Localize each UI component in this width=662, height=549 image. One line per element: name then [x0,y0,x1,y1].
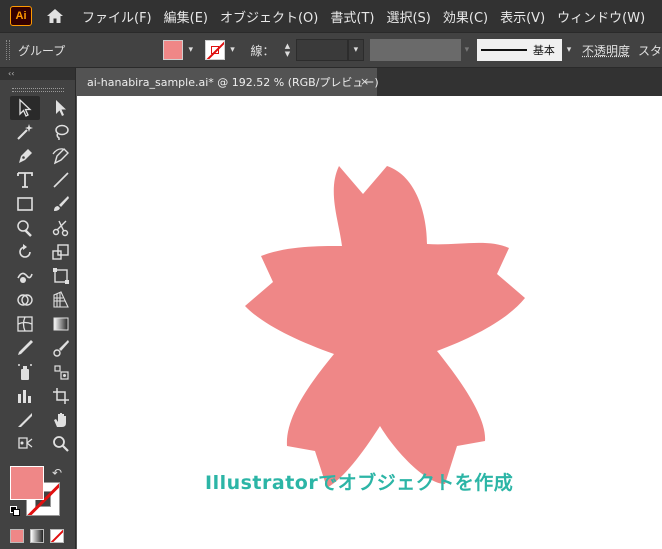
paintbrush-tool-icon[interactable] [46,192,76,216]
tools-panel: ‹‹ ↶ [0,68,76,549]
slice-tool-icon[interactable] [10,408,40,432]
document-tab-title[interactable]: ai-hanabira_sample.ai* @ 192.52 % (RGB/プ… [87,74,379,90]
warp-tool-icon[interactable] [10,264,40,288]
document-tab-bar: ai-hanabira_sample.ai* @ 192.52 % (RGB/プ… [77,68,662,96]
pen-tool-icon[interactable] [10,144,40,168]
menu-select[interactable]: 選択(S) [386,7,430,26]
close-icon[interactable]: × [360,75,369,88]
shaper-tool-icon[interactable] [10,216,40,240]
puppet-warp-tool-icon[interactable] [10,432,40,456]
free-transform-tool-icon[interactable] [46,264,76,288]
fill-swatch[interactable] [162,40,183,60]
document-tab[interactable]: ai-hanabira_sample.ai* @ 192.52 % (RGB/プ… [77,68,379,96]
lasso-tool-icon[interactable] [46,120,76,144]
control-bar: グループ ▾ ▾ 線： ▲ ▼ ▾ ▾ 基本 ▾ 不透明度 スタ [0,32,662,68]
line-tool-icon[interactable] [46,168,76,192]
brush-label: 基本 [532,44,555,57]
scale-tool-icon[interactable] [46,240,76,264]
fill-color-box[interactable] [10,466,44,500]
stroke-weight-stepper[interactable]: ▲ ▼ [280,39,294,61]
swap-fill-stroke-icon[interactable]: ↶ [52,466,62,480]
selection-tool-icon[interactable] [10,96,40,120]
collapse-panel-button[interactable]: ‹‹ [0,68,75,80]
rectangle-tool-icon[interactable] [10,192,40,216]
perspective-grid-tool-icon[interactable] [46,288,76,312]
menu-type[interactable]: 書式(T) [330,7,374,26]
type-tool-icon[interactable] [10,168,40,192]
stroke-weight-input[interactable] [296,39,348,61]
tool-grid [10,96,75,456]
blend-tool-icon[interactable] [46,336,76,360]
chevron-down-icon[interactable]: ▾ [347,39,364,61]
brush-definition[interactable]: 基本 [476,39,563,61]
brush-stroke-preview [480,49,527,51]
menu-file[interactable]: ファイル(F) [82,7,152,26]
menu-view[interactable]: 表示(V) [500,7,545,26]
rotate-tool-icon[interactable] [10,240,40,264]
none-mode-button[interactable] [50,529,64,543]
canvas-caption[interactable]: Illustratorでオブジェクトを作成 [205,468,513,495]
scissors-tool-icon[interactable] [46,216,76,240]
stroke-label[interactable]: 線： [250,42,274,59]
style-label[interactable]: スタ [638,42,662,59]
stroke-swatch[interactable] [204,40,225,60]
menu-items: ファイル(F) 編集(E) オブジェクト(O) 書式(T) 選択(S) 効果(C… [82,7,657,26]
hand-tool-icon[interactable] [46,408,76,432]
chevron-down-icon[interactable]: ▾ [562,39,576,61]
curvature-tool-icon[interactable] [46,144,76,168]
control-bar-grip[interactable] [6,40,10,60]
selection-type-label: グループ [17,43,66,58]
variable-width-profile[interactable] [369,39,461,61]
chevron-down-icon[interactable]: ▾ [461,39,473,61]
home-icon[interactable] [44,6,66,26]
gradient-tool-icon[interactable] [46,312,76,336]
shape-builder-tool-icon[interactable] [10,288,40,312]
tools-panel-grip[interactable] [11,88,64,92]
menu-window[interactable]: ウィンドウ(W) [557,7,645,26]
gradient-mode-button[interactable] [30,529,44,543]
magic-wand-tool-icon[interactable] [10,120,40,144]
app-logo[interactable]: Ai [10,6,32,26]
zoom-tool-icon[interactable] [46,432,76,456]
artboard-canvas[interactable]: Illustratorでオブジェクトを作成 [77,96,662,549]
menu-bar: Ai ファイル(F) 編集(E) オブジェクト(O) 書式(T) 選択(S) 効… [0,0,662,32]
eyedropper-tool-icon[interactable] [10,336,40,360]
color-mode-row [10,529,64,543]
chevron-down-icon[interactable]: ▾ [185,40,197,60]
mesh-tool-icon[interactable] [10,312,40,336]
menu-edit[interactable]: 編集(E) [164,7,208,26]
default-fill-stroke-icon[interactable] [10,506,20,516]
symbol-sprayer-tool-icon[interactable] [10,360,40,384]
symbol-tool-icon[interactable] [46,360,76,384]
chevron-down-icon[interactable]: ▾ [227,40,239,60]
direct-selection-tool-icon[interactable] [46,96,76,120]
column-graph-tool-icon[interactable] [10,384,40,408]
fill-stroke-controls: ↶ [10,466,70,526]
color-mode-button[interactable] [10,529,24,543]
opacity-link[interactable]: 不透明度 [582,42,630,59]
menu-effect[interactable]: 効果(C) [443,7,488,26]
menu-object[interactable]: オブジェクト(O) [220,7,318,26]
artboard-tool-icon[interactable] [46,384,76,408]
